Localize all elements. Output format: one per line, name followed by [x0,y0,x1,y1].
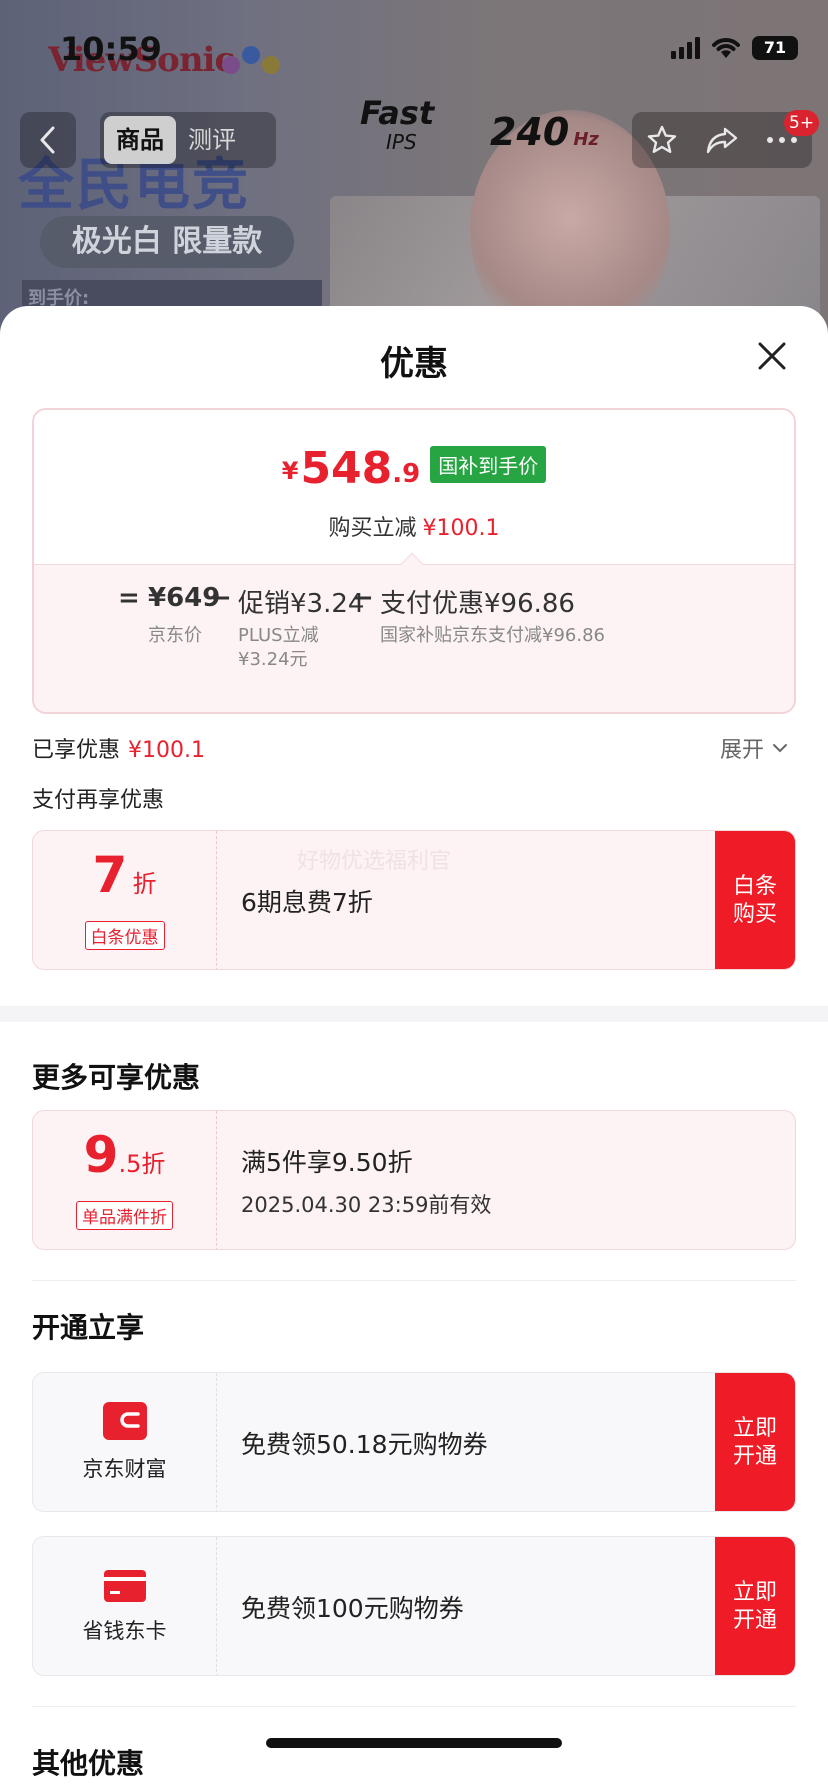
multi-item-discount-coupon: 9.5折 单品满件折 满5件享9.50折 2025.04.30 23:59前有效 [32,1110,796,1250]
discount-coupon-left: 9.5折 单品满件折 [33,1111,217,1249]
final-price-row: ¥ 548 .9 国补到手价 [34,446,794,491]
ips-label: IPS [386,130,417,154]
fast-label: Fast [360,94,435,132]
baitiao-rate: 7 折 [33,849,216,913]
price-summary: ¥ 548 .9 国补到手价 购买立减 ¥100.1 [34,410,794,564]
saving-card-open-line2: 开通 [732,1608,777,1633]
baitiao-rate-unit: 折 [132,870,157,898]
jd-wealth-open-label: 立即 开通 [733,1415,777,1471]
more-dots-icon [767,137,797,143]
enjoyed-label: 已享优惠 [32,738,121,763]
close-button[interactable] [752,336,792,376]
baitiao-rate-num: 7 [92,846,128,904]
jd-wealth-open-line2: 开通 [732,1444,777,1469]
expand-label: 展开 [720,738,765,763]
price-currency: ¥ [281,457,299,485]
refresh-unit: Hz [573,129,599,150]
promo-label-2: ¥3.24元 [238,649,308,670]
jd-wealth-text: 免费领50.18元购物券 [241,1430,488,1459]
saving-card-open-line1: 立即 [732,1580,777,1605]
saving-card-text: 免费领100元购物券 [241,1594,464,1623]
chevron-left-icon [40,126,55,154]
more-discounts-title: 更多可享优惠 [32,1061,201,1094]
baitiao-buy-button[interactable]: 白条 购买 [715,831,795,969]
enjoyed-value: ¥100.1 [128,738,205,763]
favorite-button[interactable] [644,122,680,158]
card-icon [103,1570,146,1602]
baitiao-buy-label: 白条 购买 [733,873,777,929]
status-time: 10:59 [60,30,162,68]
reduction-label: 购买立减 [328,516,417,541]
discount-sheet: 优惠 ¥ 548 .9 国补到手价 购买立减 ¥100.1 = ¥649 京东价 … [0,306,828,1792]
home-indicator[interactable] [266,1738,562,1748]
status-icons: 71 [671,36,798,60]
saving-card-open-button[interactable]: 立即 开通 [715,1537,795,1675]
discount-tag: 单品满件折 [76,1201,173,1230]
jd-wealth-left: 京东财富 [33,1373,217,1511]
battery-icon: 71 [752,36,798,60]
close-icon [758,342,786,370]
equals-sign: = [118,583,140,613]
refresh-value: 240 [490,110,570,154]
tab-product[interactable]: 商品 [104,116,176,164]
baitiao-coupon: 7 折 白条优惠 好物优选福利官 6期息费7折 白条购买 [32,830,796,970]
discount-expiry: 2025.04.30 23:59前有效 [241,1193,492,1217]
page-tabs: 商品 测评 [100,112,276,168]
jd-wealth-name: 京东财富 [82,1457,167,1481]
jd-price-label: 京东价 [148,625,202,646]
chevron-down-icon [773,744,788,753]
share-icon [706,127,738,154]
other-discounts-title: 其他优惠 [32,1747,145,1780]
wallet-icon [102,1402,147,1440]
pay-discount-amount: 支付优惠¥96.86 [380,589,575,619]
saving-card-left: 省钱东卡 [33,1537,217,1675]
pay-again-label: 支付再享优惠 [32,788,165,813]
enjoyed-discount: 已享优惠 ¥100.1 [32,732,205,764]
reduction-value: ¥100.1 [422,516,500,541]
price-integer: 548 [300,443,393,494]
saving-card-open-label: 立即 开通 [733,1579,777,1635]
discount-rate-small: .5折 [118,1150,166,1178]
promo-amount: 促销¥3.24 [238,589,365,619]
expand-button[interactable]: 展开 [720,732,788,764]
subsidy-price-tag: 国补到手价 [430,446,547,483]
divider [32,1706,796,1707]
open-now-title: 开通立享 [32,1311,145,1344]
hero-edition-pill: 极光白 限量款 [40,216,294,268]
discount-text: 满5件享9.50折 [241,1148,413,1177]
sheet-title: 优惠 [380,344,448,384]
tab-review[interactable]: 测评 [176,116,248,164]
baitiao-buy-line2: 购买 [732,902,777,927]
brand-birds-icon [222,42,280,82]
discount-rate: 9.5折 [33,1129,216,1193]
pay-discount-label: 国家补贴京东支付减¥96.86 [380,625,605,646]
price-card: ¥ 548 .9 国补到手价 购买立减 ¥100.1 = ¥649 京东价 − 促… [32,408,796,714]
jd-wealth-open-button[interactable]: 立即 开通 [715,1373,795,1511]
saving-card-name: 省钱东卡 [82,1619,167,1643]
baitiao-coupon-left: 7 折 白条优惠 [33,831,217,969]
back-button[interactable] [20,112,76,168]
share-button[interactable] [704,122,740,158]
promo-label-1: PLUS立减 [238,625,319,646]
minus-sign-1: − [210,583,232,613]
baitiao-buy-line1: 白条 [732,874,777,899]
jd-wealth-coupon: 京东财富 免费领50.18元购物券 立即开通 [32,1372,796,1512]
baitiao-text: 6期息费7折 [241,888,373,917]
star-icon [647,125,677,153]
message-badge: 5+ [784,110,820,136]
price-decimal: .9 [392,459,421,489]
cellular-signal-icon [671,37,700,59]
section-separator [0,1006,828,1022]
minus-sign-2: − [352,583,374,613]
wifi-icon [712,38,740,58]
baitiao-tag: 白条优惠 [84,921,165,950]
purchase-reduction: 购买立减 ¥100.1 [34,510,794,542]
discount-rate-num: 9 [83,1126,119,1184]
price-breakdown: = ¥649 京东价 − 促销¥3.24 PLUS立减 ¥3.24元 − 支付优… [34,564,794,712]
saving-card-coupon: 省钱东卡 免费领100元购物券 立即开通 [32,1536,796,1676]
watermark-text: 好物优选福利官 [297,849,452,874]
jd-wealth-open-line1: 立即 [732,1416,777,1441]
divider [32,1280,796,1281]
refresh-rate: 240 Hz [490,110,599,154]
